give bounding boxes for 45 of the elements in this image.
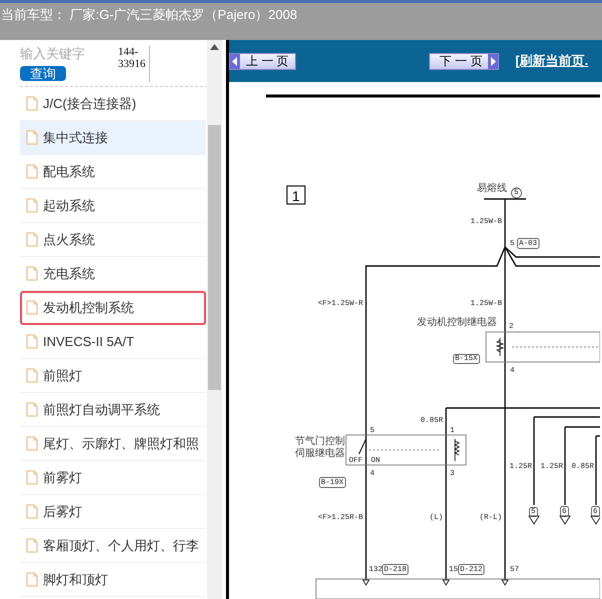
left-arrow-icon — [230, 54, 240, 68]
sidebar-item[interactable]: 配电系统 — [20, 155, 206, 189]
refresh-page-link[interactable]: [刷新当前页. — [515, 51, 588, 71]
document-icon — [26, 504, 38, 519]
sidebar-item[interactable]: 后雾灯 — [20, 495, 206, 529]
document-icon — [26, 232, 38, 247]
scrollbar-thumb[interactable] — [208, 125, 221, 390]
document-icon — [26, 300, 38, 315]
sidebar-item[interactable]: 点火系统 — [20, 223, 206, 257]
vehicle-model-text: 当前车型： 厂家:G-广汽三菱帕杰罗（Pajero）2008 — [0, 6, 298, 24]
sidebar-item[interactable]: 集中式连接 — [20, 121, 206, 155]
document-icon — [26, 368, 38, 383]
query-button[interactable]: 查询 — [20, 66, 66, 81]
next-page-button[interactable]: 下 一 页 — [428, 52, 500, 70]
sidebar-item[interactable]: 前照灯自动调平系统 — [20, 393, 206, 427]
sidebar-item[interactable]: 充电系统 — [20, 257, 206, 291]
sidebar-item[interactable]: 脚灯和顶灯 — [20, 563, 206, 597]
document-icon — [26, 538, 38, 553]
document-icon — [26, 402, 38, 417]
diagram-label: 节气门控制 — [295, 436, 345, 447]
document-icon — [26, 96, 38, 111]
right-arrow-icon — [488, 54, 498, 68]
keyword-input-field[interactable]: 输入关键字 — [20, 46, 106, 62]
diagram-label: 发动机控制继电器 — [417, 317, 497, 328]
page-number-box: 1 — [286, 186, 306, 204]
sidebar-item[interactable]: INVECS-II 5A/T — [20, 325, 206, 359]
document-icon — [26, 130, 38, 145]
diagram-label: 伺服继电器 — [295, 448, 345, 459]
document-icon — [26, 470, 38, 485]
previous-page-button[interactable]: 上 一 页 — [229, 52, 296, 70]
scroll-up-icon[interactable] — [210, 44, 219, 50]
document-icon — [26, 164, 38, 179]
document-icon — [26, 334, 38, 349]
document-icon — [26, 572, 38, 587]
document-icon — [26, 266, 38, 281]
document-icon — [26, 198, 38, 213]
diagram-label: 易熔线 — [477, 183, 507, 194]
sidebar-item[interactable]: 尾灯、示廓灯、牌照灯和照 — [20, 427, 206, 461]
code-field[interactable]: 144-33916 — [118, 46, 150, 82]
sidebar-item[interactable]: 客厢顶灯、个人用灯、行李 — [20, 529, 206, 563]
document-icon — [26, 436, 38, 451]
sidebar-item[interactable]: 发动机控制系统 — [20, 291, 206, 325]
sidebar-item[interactable]: 前雾灯 — [20, 461, 206, 495]
sidebar-item[interactable]: 前照灯 — [20, 359, 206, 393]
sidebar-item[interactable]: 起动系统 — [20, 189, 206, 223]
